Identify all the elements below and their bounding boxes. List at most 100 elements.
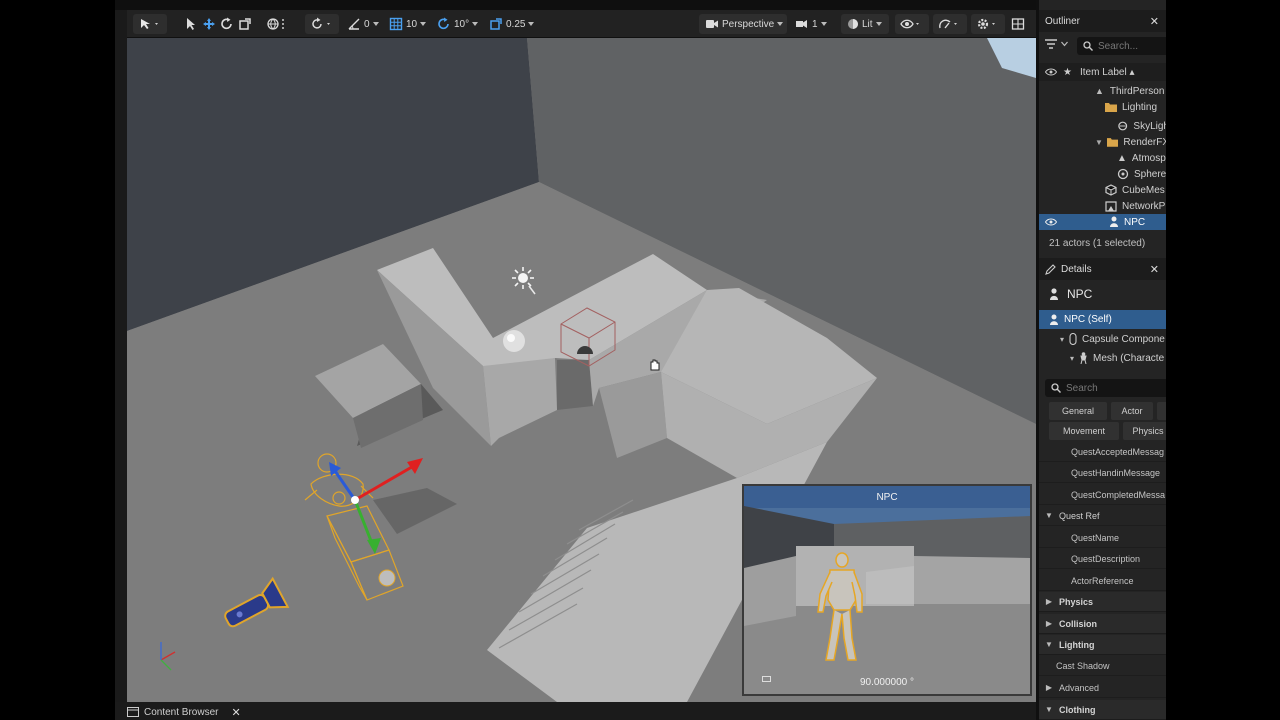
details-tab[interactable]: Details ✕	[1039, 258, 1166, 280]
sphere-reflection-capture-icon	[1117, 168, 1129, 180]
scale-snap-button[interactable]: 0.25	[489, 15, 535, 33]
layout-grid-icon[interactable]	[1011, 15, 1025, 33]
skeletal-mesh-icon	[1080, 352, 1087, 364]
filter-chip-actor[interactable]: Actor	[1111, 402, 1153, 420]
outliner-search-placeholder: Search...	[1098, 40, 1139, 52]
filter-chip-more[interactable]	[1157, 402, 1166, 420]
section-clothing[interactable]: ▼ Clothing	[1039, 700, 1166, 720]
property-row[interactable]: QuestCompletedMessa	[1039, 485, 1166, 505]
rotation-grid-button[interactable]: 10°	[437, 15, 479, 33]
grid-snap-button[interactable]: 10	[389, 15, 427, 33]
property-row[interactable]: QuestName	[1039, 528, 1166, 548]
folder-icon	[1106, 138, 1119, 147]
rotation-grid-icon	[438, 17, 449, 30]
expand-arrow-icon[interactable]: ▾	[1065, 354, 1079, 363]
component-label: Capsule Compone	[1082, 333, 1165, 345]
rotation-snap-button[interactable]: 0	[347, 15, 379, 33]
details-title: Details	[1061, 263, 1092, 275]
rotate-tool-icon[interactable]	[220, 15, 234, 33]
outliner-header[interactable]: ★ Item Label ▴	[1039, 63, 1166, 81]
filter-chip-movement[interactable]: Movement	[1049, 422, 1119, 440]
grid-icon	[389, 17, 403, 31]
outliner-item[interactable]: Lighting	[1039, 99, 1166, 115]
capsule-icon	[1069, 333, 1077, 345]
outliner-item-selected[interactable]: NPC	[1039, 214, 1166, 230]
content-browser-icon	[127, 707, 139, 717]
outliner-item-label: Sphere	[1134, 168, 1166, 180]
scale-snap-value: 0.25	[506, 18, 526, 30]
component-row[interactable]: ▾ Capsule Compone	[1039, 330, 1166, 348]
pawn-icon	[1050, 287, 1058, 300]
camera-fov-readout: 90.000000 °	[859, 677, 915, 688]
level-viewport[interactable]: NPC 90.000000 °	[127, 38, 1036, 702]
details-search-placeholder: Search	[1066, 382, 1098, 394]
outliner-item[interactable]: CubeMes	[1039, 182, 1166, 198]
outliner-item[interactable]: ▲ Atmosp	[1039, 150, 1166, 166]
camera-speed-button[interactable]: 1	[795, 15, 827, 33]
section-label: Lighting	[1059, 639, 1095, 650]
expand-arrow-icon[interactable]: ▼	[1095, 138, 1103, 147]
section-collision[interactable]: ▶ Collision	[1039, 614, 1166, 634]
camera-preview-panel: NPC 90.000000 °	[742, 484, 1032, 696]
property-label: Advanced	[1059, 682, 1100, 693]
preview-resize-icon[interactable]	[762, 676, 772, 682]
search-icon	[1083, 41, 1093, 51]
section-lighting[interactable]: ▼ Lighting	[1039, 635, 1166, 655]
outliner-item[interactable]: ▼ RenderFX	[1039, 134, 1166, 150]
property-row[interactable]: QuestAcceptedMessag	[1039, 442, 1166, 462]
visibility-eye-icon[interactable]	[1045, 218, 1057, 226]
outliner-item[interactable]: NetworkP	[1039, 198, 1166, 214]
close-content-browser-icon[interactable]: ✕	[231, 706, 240, 719]
property-row[interactable]: QuestDescription	[1039, 549, 1166, 569]
chevron-right-icon: ▶	[1045, 683, 1053, 692]
property-row[interactable]: QuestHandinMessage	[1039, 463, 1166, 483]
component-label: NPC (Self)	[1064, 314, 1112, 325]
details-search-input[interactable]: Search	[1045, 379, 1166, 397]
category-label: Quest Ref	[1059, 510, 1100, 521]
outliner-filter-button[interactable]	[1045, 39, 1068, 49]
left-strip	[115, 10, 127, 702]
camera-preview-title: NPC	[876, 492, 898, 503]
close-details-icon[interactable]: ✕	[1150, 263, 1159, 276]
property-label: QuestHandinMessage	[1071, 467, 1161, 478]
chevron-down-icon	[1061, 41, 1068, 47]
sphere-reflection-icon	[503, 330, 525, 352]
actor-count-text: 21 actors (1 selected)	[1049, 237, 1146, 249]
property-row[interactable]: ActorReference	[1039, 571, 1166, 591]
viewport-toolbar: 0 10 10° 0.25 Perspective 1 Lit	[127, 10, 1036, 38]
level-icon: ▲	[1095, 86, 1104, 96]
outliner-search-input[interactable]: Search...	[1077, 37, 1166, 55]
world-local-icon[interactable]	[266, 15, 288, 33]
component-row[interactable]: ▾ Mesh (Characte	[1039, 349, 1166, 367]
quest-ref-category[interactable]: ▼ Quest Ref	[1039, 506, 1166, 526]
section-physics[interactable]: ▶ Physics	[1039, 592, 1166, 612]
section-label: Clothing	[1059, 704, 1096, 715]
translate-tool-icon[interactable]	[202, 15, 216, 33]
component-label: Mesh (Characte	[1093, 352, 1165, 364]
scale-tool-icon[interactable]	[238, 15, 252, 33]
outliner-item[interactable]: Sphere	[1039, 166, 1166, 182]
advanced-row[interactable]: ▶ Advanced	[1039, 678, 1166, 698]
search-icon	[1051, 383, 1061, 393]
outliner-item-label: CubeMes	[1122, 184, 1165, 196]
property-row-cast-shadow[interactable]: Cast Shadow	[1039, 656, 1166, 676]
close-outliner-icon[interactable]: ✕	[1150, 15, 1159, 28]
view-mode-control: Perspective	[705, 15, 784, 33]
property-label: QuestAcceptedMessag	[1071, 446, 1165, 457]
outliner-tab[interactable]: Outliner ✕	[1039, 10, 1166, 32]
cursor-tool-icon[interactable]	[185, 15, 197, 33]
filter-chip-physics[interactable]: Physics	[1123, 422, 1166, 440]
outliner-item[interactable]: ▲ ThirdPerson	[1039, 83, 1166, 99]
item-label-column: Item Label ▴	[1079, 66, 1135, 78]
outliner-item[interactable]: SkyLigh	[1039, 118, 1166, 134]
camera-speed-value: 1	[812, 18, 818, 30]
chevron-right-icon: ▶	[1045, 597, 1053, 606]
expand-arrow-icon[interactable]: ▾	[1055, 335, 1069, 344]
content-browser-tab[interactable]: Content Browser ✕	[127, 704, 241, 720]
content-browser-label: Content Browser	[144, 706, 219, 718]
component-row-selected[interactable]: NPC (Self)	[1039, 310, 1166, 329]
filter-chip-general[interactable]: General	[1049, 402, 1107, 420]
right-panels: Outliner ✕ Search... ★ Item Label ▴ ▲ Th…	[1036, 0, 1166, 720]
property-label: QuestName	[1071, 532, 1120, 543]
expand-arrow-icon[interactable]: ▼	[1042, 511, 1056, 520]
